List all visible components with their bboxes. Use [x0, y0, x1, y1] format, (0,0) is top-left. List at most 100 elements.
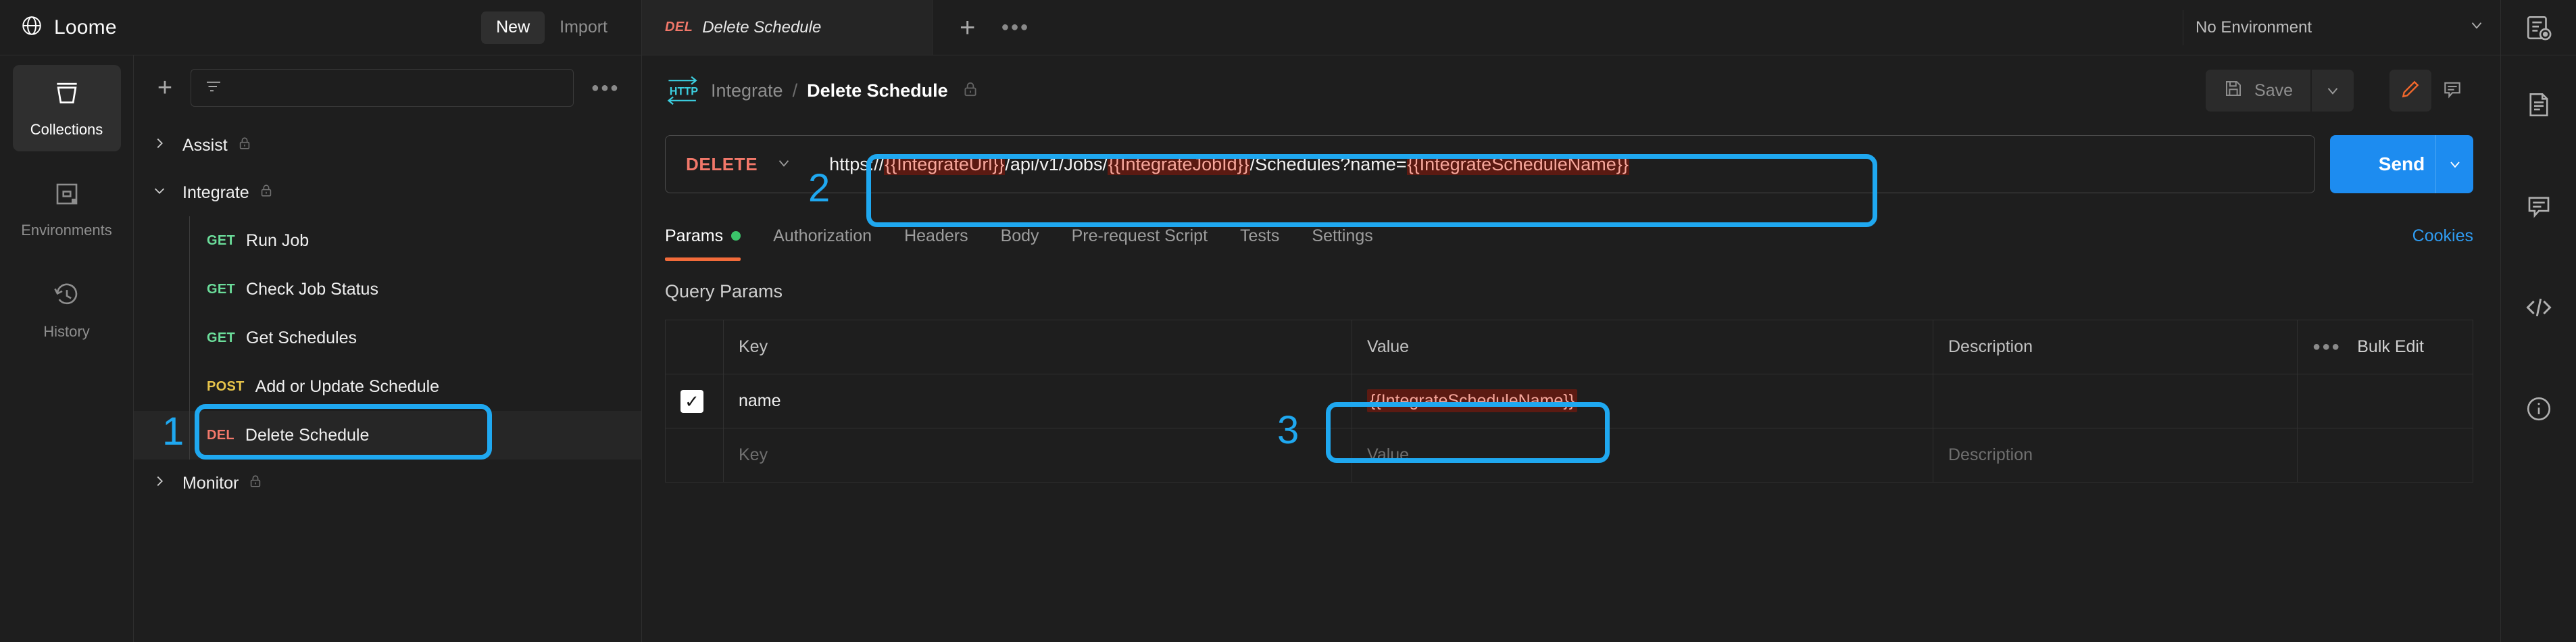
th-bulk-edit: ●●● Bulk Edit	[2297, 320, 2473, 374]
request-item-label: Delete Schedule	[245, 425, 370, 445]
tab-label: Settings	[1312, 226, 1373, 245]
request-item-run-job[interactable]: GET Run Job	[134, 216, 641, 265]
plus-icon[interactable]: +	[960, 14, 975, 41]
param-key-cell[interactable]: name	[723, 374, 1352, 428]
more-horizontal-icon[interactable]: ●●●	[586, 80, 625, 96]
chevron-down-icon	[2468, 16, 2485, 39]
request-tab-delete-schedule[interactable]: DEL Delete Schedule	[642, 0, 933, 55]
tab-headers[interactable]: Headers	[888, 214, 985, 258]
sidebar-item-collections[interactable]: Collections	[12, 65, 121, 151]
breadcrumb-bar: HTTP Integrate / Delete Schedule Save	[642, 55, 2500, 126]
tab-settings[interactable]: Settings	[1295, 214, 1389, 258]
brand-name: Loome	[54, 16, 117, 39]
environment-selector[interactable]: No Environment	[2183, 9, 2500, 45]
cookies-link[interactable]: Cookies	[2412, 226, 2473, 246]
chevron-right-icon	[146, 474, 173, 493]
th-description: Description	[1933, 320, 2298, 374]
save-button[interactable]: Save	[2206, 70, 2310, 112]
chevron-right-icon	[146, 136, 173, 155]
tab-tests[interactable]: Tests	[1224, 214, 1295, 258]
breadcrumb-collection[interactable]: Integrate	[711, 80, 783, 101]
lock-icon	[248, 474, 263, 493]
param-value-placeholder[interactable]: Value	[1352, 428, 1933, 483]
sidebar-item-environments[interactable]: Environments	[13, 166, 121, 253]
url-variable: {{IntegrateUrl}}	[884, 153, 1006, 175]
tab-body[interactable]: Body	[985, 214, 1056, 258]
tab-label: Pre-request Script	[1071, 226, 1208, 245]
more-horizontal-icon[interactable]: ●●●	[1001, 20, 1029, 35]
row-checkbox-cell[interactable]: ✓	[665, 374, 724, 428]
tree-folder-assist[interactable]: Assist	[134, 122, 641, 169]
request-item-delete-schedule[interactable]: DEL Delete Schedule	[134, 411, 641, 460]
method-badge: GET	[207, 232, 236, 248]
tab-label: Params	[665, 226, 724, 245]
send-button[interactable]: Send	[2330, 135, 2473, 193]
comment-icon	[2442, 78, 2463, 103]
filter-icon	[203, 76, 224, 100]
tab-params[interactable]: Params	[665, 214, 757, 261]
url-variable: {{IntegrateScheduleName}}	[1406, 153, 1629, 175]
params-present-dot	[731, 231, 741, 241]
param-key-placeholder[interactable]: Key	[723, 428, 1352, 483]
env-quick-look-rail	[2500, 0, 2576, 55]
send-options-button[interactable]	[2435, 135, 2473, 193]
tab-title: Delete Schedule	[702, 18, 822, 36]
breadcrumb-separator: /	[792, 80, 798, 101]
request-item-label: Check Job Status	[246, 279, 378, 299]
tab-actions: + ●●●	[933, 0, 1057, 55]
sidebar-item-history[interactable]: History	[13, 268, 121, 354]
method-selector[interactable]: DELETE	[666, 154, 812, 175]
bulk-edit-button[interactable]: Bulk Edit	[2357, 337, 2424, 357]
new-button[interactable]: New	[481, 11, 545, 44]
save-options-button[interactable]	[2312, 70, 2354, 112]
page-title: Delete Schedule	[807, 80, 948, 101]
url-segment: https://	[829, 153, 885, 174]
query-params-table: Key Value Description ●●● Bulk Edit ✓ na…	[665, 320, 2473, 483]
search-input[interactable]	[191, 69, 574, 107]
request-tabs: Params Authorization Headers Body Pre-re…	[642, 214, 2500, 261]
checkbox-checked-icon[interactable]: ✓	[680, 389, 703, 413]
tab-label: Body	[1000, 226, 1039, 245]
rail-label-environments: Environments	[21, 222, 112, 239]
request-item-check-job-status[interactable]: GET Check Job Status	[134, 265, 641, 314]
lock-icon	[237, 136, 252, 155]
method-badge: GET	[207, 281, 236, 297]
plus-icon[interactable]: +	[151, 75, 178, 101]
right-icon-rail	[2500, 55, 2576, 642]
request-item-get-schedules[interactable]: GET Get Schedules	[134, 314, 641, 362]
tab-pre-request-script[interactable]: Pre-request Script	[1056, 214, 1224, 258]
method-label: DELETE	[686, 153, 758, 174]
th-select-all	[665, 320, 724, 374]
method-badge: POST	[207, 378, 245, 394]
import-button[interactable]: Import	[545, 11, 622, 44]
tree-folder-label: Integrate	[182, 182, 249, 202]
method-badge: DEL	[207, 427, 234, 443]
documentation-button[interactable]	[2501, 55, 2576, 157]
th-key: Key	[723, 320, 1352, 374]
comments-button[interactable]	[2501, 157, 2576, 258]
http-protocol-icon: HTTP	[665, 75, 701, 106]
pencil-icon	[2400, 78, 2421, 103]
tab-authorization[interactable]: Authorization	[757, 214, 888, 258]
tree-folder-monitor[interactable]: Monitor	[134, 460, 641, 507]
url-bar: DELETE https://{{IntegrateUrl}}/api/v1/J…	[665, 135, 2315, 193]
comment-button[interactable]	[2431, 70, 2473, 112]
table-row-empty: Key Value Description	[665, 428, 2473, 483]
code-snippet-button[interactable]	[2501, 258, 2576, 360]
comment-icon	[2525, 192, 2553, 224]
edit-mode-button[interactable]	[2389, 70, 2431, 112]
param-description-cell[interactable]	[1933, 374, 2298, 428]
url-variable: {{IntegrateJobId}}	[1107, 153, 1250, 175]
url-input[interactable]: https://{{IntegrateUrl}}/api/v1/Jobs/{{I…	[812, 153, 2314, 175]
request-pane: HTTP Integrate / Delete Schedule Save DE…	[642, 55, 2500, 642]
more-horizontal-icon[interactable]: ●●●	[2312, 339, 2341, 355]
collections-sidebar: + ●●● Assist Integrate GET Run Job GET C…	[134, 55, 642, 642]
tree-folder-integrate[interactable]: Integrate	[134, 169, 641, 216]
row-actions-cell-empty	[2297, 428, 2473, 483]
request-item-add-or-update-schedule[interactable]: POST Add or Update Schedule	[134, 362, 641, 411]
environment-quick-look-icon[interactable]	[2501, 0, 2576, 55]
param-description-placeholder[interactable]: Description	[1933, 428, 2298, 483]
request-item-label: Get Schedules	[246, 328, 357, 347]
param-value-cell[interactable]: {{IntegrateScheduleName}}	[1352, 374, 1933, 428]
info-button[interactable]	[2501, 360, 2576, 461]
